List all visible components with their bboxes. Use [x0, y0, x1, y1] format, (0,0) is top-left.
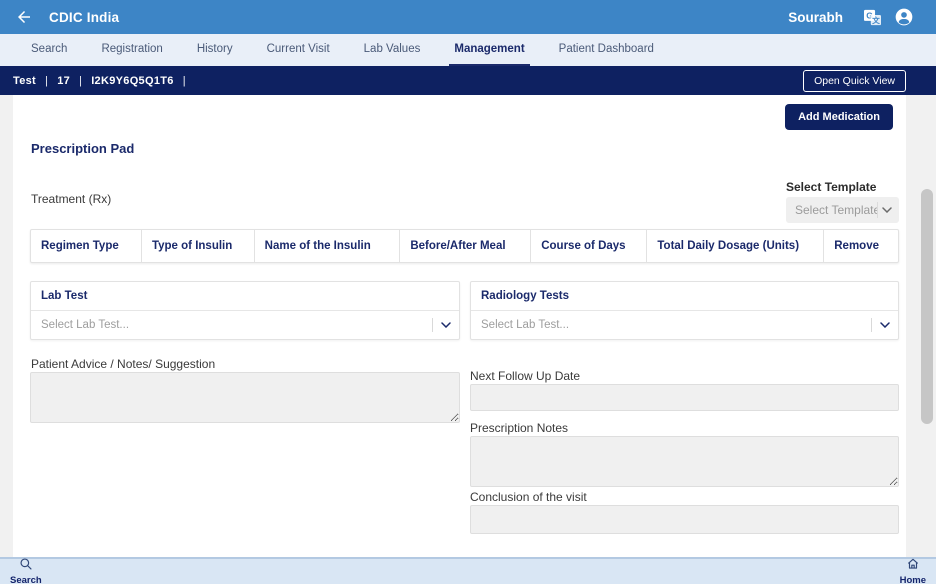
lab-test-placeholder: Select Lab Test... — [31, 319, 432, 331]
table-column-header: Remove — [824, 230, 898, 262]
bottom-home-button[interactable]: Home — [900, 557, 926, 584]
next-follow-up-label: Next Follow Up Date — [470, 369, 580, 383]
patient-info-segment: Test — [13, 75, 36, 87]
page-title: Prescription Pad — [31, 141, 134, 156]
table-column-header: Course of Days — [531, 230, 647, 262]
select-template-value: Select Template — [786, 203, 877, 217]
account-icon[interactable] — [894, 7, 914, 27]
table-column-header: Type of Insulin — [142, 230, 255, 262]
lab-test-card: Lab Test Select Lab Test... — [30, 281, 460, 340]
select-template-dropdown[interactable]: Select Template — [786, 197, 899, 223]
open-quick-view-button[interactable]: Open Quick View — [803, 70, 906, 92]
patient-info-segment: 17 — [57, 75, 70, 87]
bottom-search-label: Search — [10, 576, 42, 584]
table-column-header: Name of the Insulin — [255, 230, 401, 262]
add-medication-button[interactable]: Add Medication — [785, 104, 893, 130]
tab-lab-values[interactable]: Lab Values — [359, 34, 426, 66]
patient-advice-label: Patient Advice / Notes/ Suggestion — [31, 357, 215, 371]
patient-info: Test | 17 | I2K9Y6Q5Q1T6 | — [13, 75, 195, 87]
radiology-tests-select[interactable]: Select Lab Test... — [471, 311, 898, 339]
medication-table: Regimen TypeType of InsulinName of the I… — [30, 229, 899, 263]
patient-info-segment: I2K9Y6Q5Q1T6 — [91, 75, 173, 87]
patient-bar: Test | 17 | I2K9Y6Q5Q1T6 | Open Quick View — [0, 66, 936, 95]
translate-icon[interactable]: G 文 — [863, 9, 882, 26]
content-card: Add Medication Prescription Pad Treatmen… — [13, 95, 906, 557]
table-column-header: Before/After Meal — [400, 230, 531, 262]
chevron-down-icon — [877, 202, 899, 218]
app-bar: CDIC India Sourabh G 文 — [0, 0, 936, 34]
conclusion-label: Conclusion of the visit — [470, 490, 587, 504]
app-screen: CDIC India Sourabh G 文 Search Registratio… — [0, 0, 936, 584]
conclusion-input[interactable] — [470, 505, 899, 534]
bottom-bar: Search Home — [0, 557, 936, 584]
patient-info-separator: | — [79, 75, 82, 87]
table-column-header: Regimen Type — [31, 230, 142, 262]
tab-management[interactable]: Management — [449, 34, 529, 66]
svg-text:文: 文 — [872, 15, 880, 25]
back-arrow-icon[interactable] — [14, 7, 34, 27]
tab-history[interactable]: History — [192, 34, 238, 66]
prescription-notes-label: Prescription Notes — [470, 421, 568, 435]
medication-table-header-row: Regimen TypeType of InsulinName of the I… — [31, 230, 898, 262]
prescription-notes-textarea[interactable] — [470, 436, 899, 487]
next-follow-up-input[interactable] — [470, 384, 899, 411]
treatment-label: Treatment (Rx) — [31, 192, 111, 206]
bottom-home-label: Home — [900, 576, 926, 584]
chevron-down-icon — [433, 322, 459, 328]
tab-search[interactable]: Search — [26, 34, 72, 66]
search-icon — [19, 557, 33, 575]
scrollbar-thumb[interactable] — [921, 189, 933, 424]
patient-advice-textarea[interactable] — [30, 372, 460, 423]
app-title: CDIC India — [49, 10, 119, 25]
home-icon — [906, 557, 920, 575]
chevron-down-icon — [872, 322, 898, 328]
radiology-tests-card: Radiology Tests Select Lab Test... — [470, 281, 899, 340]
nav-tabs: Search Registration History Current Visit La… — [0, 34, 936, 66]
radiology-tests-title: Radiology Tests — [471, 282, 898, 311]
bottom-search-button[interactable]: Search — [10, 557, 42, 584]
tab-patient-dashboard[interactable]: Patient Dashboard — [554, 34, 659, 66]
user-name: Sourabh — [788, 10, 843, 25]
tab-registration[interactable]: Registration — [96, 34, 167, 66]
lab-test-title: Lab Test — [31, 282, 459, 311]
patient-info-separator: | — [45, 75, 48, 87]
table-column-header: Total Daily Dosage (Units) — [647, 230, 824, 262]
patient-info-separator: | — [183, 75, 186, 87]
tab-current-visit[interactable]: Current Visit — [262, 34, 335, 66]
radiology-tests-placeholder: Select Lab Test... — [471, 319, 871, 331]
lab-test-select[interactable]: Select Lab Test... — [31, 311, 459, 339]
select-template-label: Select Template — [786, 180, 876, 194]
content-area: Add Medication Prescription Pad Treatmen… — [0, 95, 936, 557]
